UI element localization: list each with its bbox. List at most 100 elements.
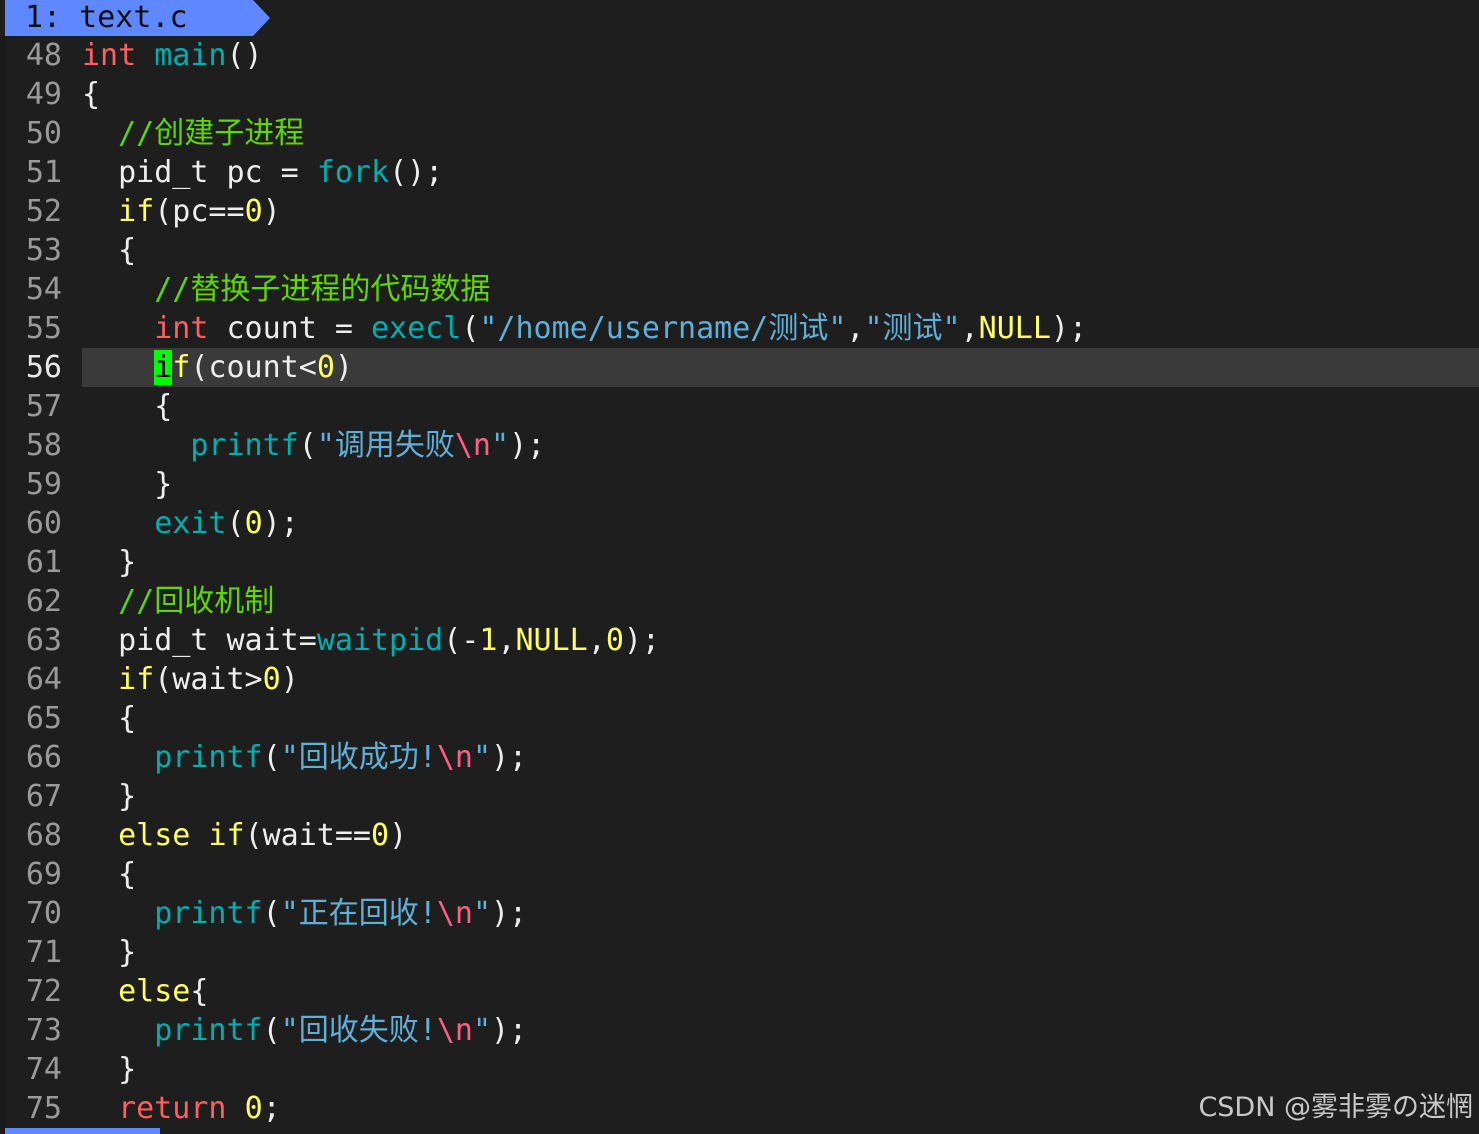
code-token: ); bbox=[509, 428, 546, 463]
watermark: CSDN @雾非雾の迷惘 bbox=[1198, 1092, 1473, 1123]
code-token: (- bbox=[443, 623, 480, 658]
code-token: main bbox=[154, 38, 227, 73]
code-token: 0 bbox=[244, 506, 263, 541]
vim-editor[interactable]: 1: text.c 48 int main() 49{50 //创建子进程 51 pi… bbox=[0, 0, 1479, 1134]
code-text: } bbox=[82, 1050, 136, 1089]
code-token: , bbox=[497, 623, 516, 658]
code-token: 0 bbox=[371, 818, 390, 853]
code-token: ); bbox=[1050, 311, 1088, 346]
code-line[interactable]: 50 //创建子进程 bbox=[0, 114, 1479, 153]
code-token: { bbox=[82, 389, 173, 424]
code-token: ); bbox=[491, 1013, 528, 1048]
code-line[interactable]: 71 } bbox=[0, 933, 1479, 972]
code-token: else bbox=[118, 974, 191, 1009]
code-text: } bbox=[82, 933, 136, 972]
code-line[interactable]: 67 } bbox=[0, 777, 1479, 816]
code-lines[interactable]: 48 int main() 49{50 //创建子进程 51 pid_t pc = f… bbox=[0, 36, 1479, 1128]
code-line[interactable]: 66 printf("回收成功!\n"); bbox=[0, 738, 1479, 777]
code-line[interactable]: 58 printf("调用失败\n"); bbox=[0, 426, 1479, 465]
code-token: , bbox=[846, 311, 865, 346]
code-text: { bbox=[82, 75, 100, 114]
code-token: //回收机制 bbox=[118, 584, 275, 619]
code-line[interactable]: 52 if(pc==0) bbox=[0, 192, 1479, 231]
code-token: printf bbox=[154, 1013, 263, 1048]
code-line[interactable]: 64 if(wait>0) bbox=[0, 660, 1479, 699]
buffer-tab-text-c[interactable]: 1: text.c bbox=[5, 0, 270, 36]
line-number: 72 bbox=[25, 974, 62, 1009]
code-text: else if(wait==0) bbox=[82, 816, 407, 855]
code-text: { bbox=[82, 855, 136, 894]
code-token: printf bbox=[190, 428, 299, 463]
code-token: if bbox=[208, 818, 245, 853]
line-number: 65 bbox=[25, 701, 62, 736]
code-token: exit bbox=[154, 506, 227, 541]
code-line[interactable]: 61 } bbox=[0, 543, 1479, 582]
code-line[interactable]: 73 printf("回收失败!\n"); bbox=[0, 1011, 1479, 1050]
code-line[interactable]: 51 pid_t pc = fork(); bbox=[0, 153, 1479, 192]
code-line[interactable]: 57 { bbox=[0, 387, 1479, 426]
code-token: " bbox=[472, 740, 491, 775]
code-token: 0 bbox=[244, 194, 263, 229]
code-token: (); bbox=[389, 155, 444, 190]
code-line[interactable]: 63 pid_t wait=waitpid(-1,NULL,0); bbox=[0, 621, 1479, 660]
code-text: if(wait>0) bbox=[82, 660, 299, 699]
line-number: 70 bbox=[25, 896, 62, 931]
line-number: 51 bbox=[25, 155, 62, 190]
code-text: int main() bbox=[82, 36, 263, 75]
code-line[interactable]: 69 { bbox=[0, 855, 1479, 894]
code-line[interactable]: 65 { bbox=[0, 699, 1479, 738]
code-line[interactable]: 62 //回收机制 bbox=[0, 582, 1479, 621]
code-text: { bbox=[82, 231, 136, 270]
code-text: if(pc==0) bbox=[82, 192, 281, 231]
code-token: ( bbox=[262, 740, 281, 775]
code-line[interactable]: 48 int main() bbox=[0, 36, 1479, 75]
code-token: \n bbox=[454, 428, 491, 463]
code-token: ); bbox=[491, 740, 528, 775]
code-token: { bbox=[82, 701, 137, 736]
code-line[interactable]: 59 } bbox=[0, 465, 1479, 504]
code-token: , bbox=[960, 311, 979, 346]
code-token: } bbox=[82, 545, 137, 580]
code-token: 0 bbox=[262, 662, 281, 697]
code-token: , bbox=[587, 623, 606, 658]
code-text: } bbox=[82, 543, 136, 582]
code-line[interactable]: 72 else{ bbox=[0, 972, 1479, 1011]
code-line[interactable]: 60 exit(0); bbox=[0, 504, 1479, 543]
code-token: pid_t pc = bbox=[82, 155, 317, 190]
code-token: f bbox=[172, 350, 191, 385]
code-line[interactable]: 55 int count = execl("/home/username/测试"… bbox=[0, 309, 1479, 348]
line-number: 63 bbox=[25, 623, 62, 658]
code-token: ) bbox=[280, 662, 299, 697]
code-line[interactable]: 54 //替换子进程的代码数据 bbox=[0, 270, 1479, 309]
code-line[interactable]: 70 printf("正在回收!\n"); bbox=[0, 894, 1479, 933]
code-line[interactable]: 53 { bbox=[0, 231, 1479, 270]
code-text: return 0; bbox=[82, 1089, 281, 1128]
buffer-tabline: 1: text.c bbox=[0, 0, 1479, 36]
line-number: 64 bbox=[25, 662, 62, 697]
code-text: { bbox=[82, 699, 136, 738]
code-token: int bbox=[82, 38, 137, 73]
code-text: exit(0); bbox=[82, 504, 299, 543]
code-token: fork bbox=[316, 155, 390, 190]
code-token: ( bbox=[226, 506, 245, 541]
code-line[interactable]: 56 if(count<0) bbox=[0, 348, 1479, 387]
code-line[interactable]: 68 else if(wait==0) bbox=[0, 816, 1479, 855]
code-text: pid_t wait=waitpid(-1,NULL,0); bbox=[82, 621, 660, 660]
code-token: { bbox=[82, 77, 101, 112]
code-token: ( bbox=[461, 311, 480, 346]
code-token: 0 bbox=[316, 350, 335, 385]
code-token: () bbox=[226, 38, 263, 73]
code-token: \n bbox=[436, 1013, 473, 1048]
code-line[interactable]: 74 } bbox=[0, 1050, 1479, 1089]
line-number: 74 bbox=[25, 1052, 62, 1087]
code-token: printf bbox=[154, 740, 263, 775]
code-line[interactable]: 49 { bbox=[0, 75, 1479, 114]
